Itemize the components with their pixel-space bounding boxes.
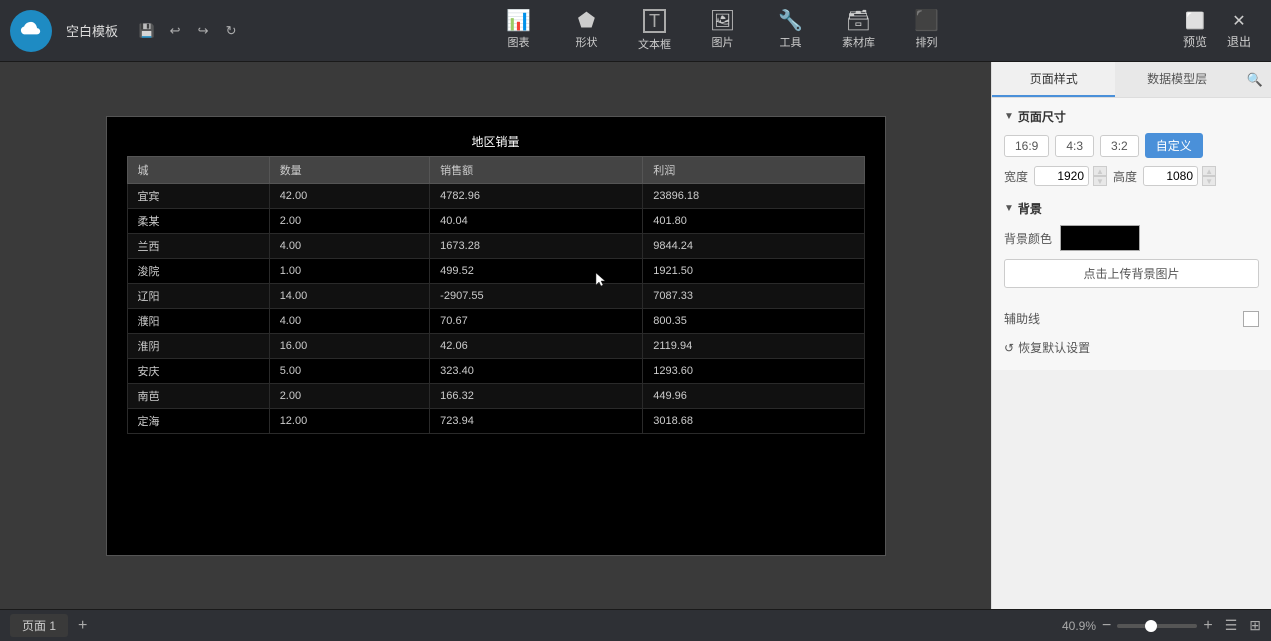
data-table: 城 数量 销售额 利润 宜宾42.004782.9623896.18柔某2.00… (127, 156, 865, 434)
app-title: 空白模板 (66, 21, 118, 40)
preview-button[interactable]: ⬜ 预览 (1183, 11, 1207, 50)
canvas-bg[interactable]: 地区销量 城 数量 销售额 利润 宜宾42.004782.9623896.18柔… (106, 116, 886, 556)
table-row: 定海12.00723.943018.68 (127, 408, 864, 433)
size-3-2[interactable]: 3:2 (1100, 135, 1139, 157)
width-down[interactable]: ▼ (1093, 176, 1107, 186)
col-header-qty: 数量 (269, 156, 429, 183)
table-row: 濮阳4.0070.67800.35 (127, 308, 864, 333)
save-icon[interactable]: 💾 (136, 20, 158, 42)
assets-button[interactable]: 🗃 素材库 (838, 11, 878, 50)
table-row: 柔某2.0040.04401.80 (127, 208, 864, 233)
guide-checkbox[interactable] (1243, 311, 1259, 327)
col-header-city: 城 (127, 156, 269, 183)
bg-color-picker[interactable] (1060, 225, 1140, 251)
logo (10, 10, 52, 52)
zoom-thumb (1145, 620, 1157, 632)
guide-row: 辅助线 (1004, 310, 1259, 327)
height-down[interactable]: ▼ (1202, 176, 1216, 186)
width-input-wrap: ▲ ▼ (1034, 166, 1107, 186)
redo-icon[interactable]: ↪ (192, 20, 214, 42)
table-row: 兰西4.001673.289844.24 (127, 233, 864, 258)
page-size-section[interactable]: ▼ 页面尺寸 (1004, 108, 1259, 125)
image-button[interactable]: 🖼 图片 (702, 11, 742, 50)
table-row: 浚院1.00499.521921.50 (127, 258, 864, 283)
canvas-area: 地区销量 城 数量 销售额 利润 宜宾42.004782.9623896.18柔… (0, 62, 991, 609)
bg-color-row: 背景颜色 (1004, 225, 1259, 251)
size-4-3[interactable]: 4:3 (1055, 135, 1094, 157)
zoom-value-label: 40.9% (1062, 619, 1096, 633)
add-page-button[interactable]: + (78, 617, 87, 635)
arrange-button[interactable]: ⬛ 排列 (906, 11, 946, 50)
restore-defaults-button[interactable]: ↺ 恢复默认设置 (1004, 335, 1090, 360)
height-up[interactable]: ▲ (1202, 166, 1216, 176)
table-title: 地区销量 (107, 133, 885, 150)
exit-button[interactable]: ✕ 退出 (1227, 11, 1251, 50)
zoom-out-button[interactable]: − (1102, 617, 1111, 635)
size-buttons-row: 16:9 4:3 3:2 自定义 (1004, 133, 1259, 158)
col-header-sales: 销售额 (430, 156, 643, 183)
right-tabs: 页面样式 数据模型层 🔍 (992, 62, 1271, 98)
view-list-button[interactable]: ☰ (1225, 617, 1238, 634)
tools-button[interactable]: 🔧 工具 (770, 11, 810, 50)
size-inputs-row: 宽度 ▲ ▼ 高度 ▲ (1004, 166, 1259, 186)
page-style-panel: ▼ 页面尺寸 16:9 4:3 3:2 自定义 宽度 (992, 98, 1271, 370)
shape-button[interactable]: ⬟ 形状 (566, 11, 606, 50)
size-custom[interactable]: 自定义 (1145, 133, 1203, 158)
height-input-wrap: ▲ ▼ (1143, 166, 1216, 186)
upload-bg-button[interactable]: 点击上传背景图片 (1004, 259, 1259, 288)
tab-page-style[interactable]: 页面样式 (992, 62, 1115, 97)
table-row: 安庆5.00323.401293.60 (127, 358, 864, 383)
bottombar: 页面 1 + 40.9% − + ☰ ⊞ (0, 609, 1271, 641)
width-up[interactable]: ▲ (1093, 166, 1107, 176)
width-input[interactable] (1034, 166, 1089, 186)
tab-data-model[interactable]: 数据模型层 (1115, 62, 1238, 97)
chart-button[interactable]: 📊 图表 (498, 11, 538, 50)
textbox-button[interactable]: T 文本框 (634, 9, 674, 52)
col-header-profit: 利润 (643, 156, 864, 183)
search-icon[interactable]: 🔍 (1239, 62, 1271, 97)
height-input[interactable] (1143, 166, 1198, 186)
table-row: 宜宾42.004782.9623896.18 (127, 183, 864, 208)
zoom-in-button[interactable]: + (1203, 617, 1212, 635)
table-row: 淮阴16.0042.062119.94 (127, 333, 864, 358)
refresh-icon[interactable]: ↻ (220, 20, 242, 42)
bg-section[interactable]: ▼ 背景 (1004, 200, 1259, 217)
right-panel: 页面样式 数据模型层 🔍 ▼ 页面尺寸 16:9 4:3 3:2 自定义 (991, 62, 1271, 609)
undo-icon[interactable]: ↩ (164, 20, 186, 42)
page-tab-1[interactable]: 页面 1 (10, 614, 68, 637)
table-row: 辽阳14.00-2907.557087.33 (127, 283, 864, 308)
zoom-controls: 40.9% − + ☰ ⊞ (1062, 617, 1261, 635)
zoom-slider[interactable] (1117, 624, 1197, 628)
table-row: 南芭2.00166.32449.96 (127, 383, 864, 408)
size-16-9[interactable]: 16:9 (1004, 135, 1049, 157)
view-grid-button[interactable]: ⊞ (1249, 617, 1261, 634)
